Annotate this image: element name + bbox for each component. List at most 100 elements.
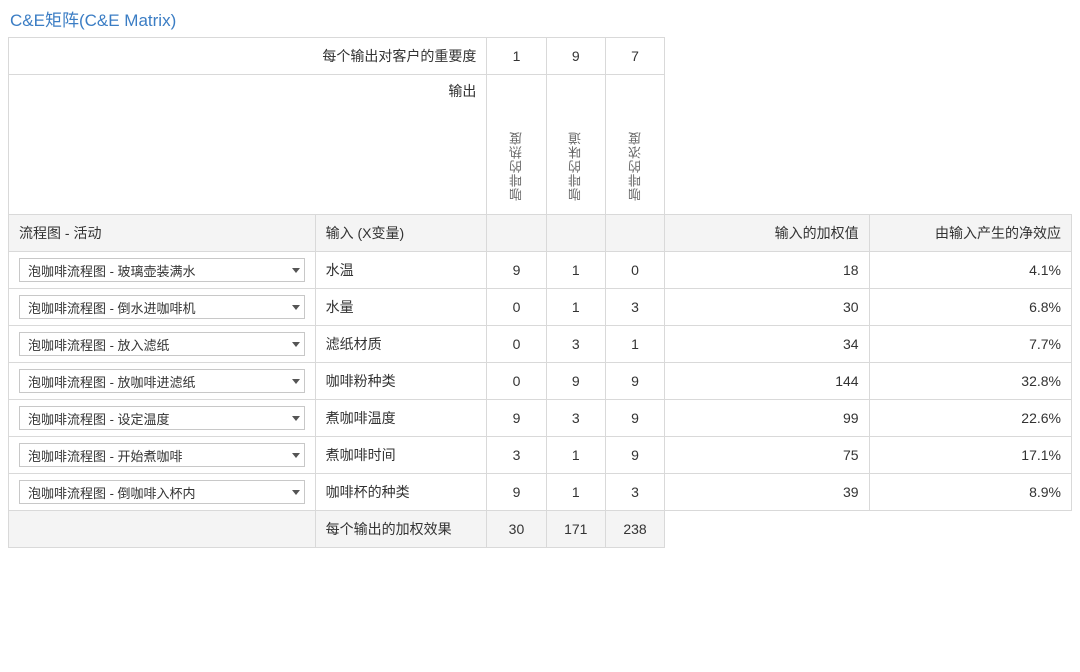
footer-total: 171 <box>546 511 605 548</box>
chevron-down-icon <box>292 453 300 458</box>
activity-text: 泡咖啡流程图 - 倒水进咖啡机 <box>28 298 196 317</box>
col-header-activity: 流程图 - 活动 <box>9 215 316 252</box>
chevron-down-icon <box>292 268 300 273</box>
score-cell: 0 <box>487 326 546 363</box>
chevron-down-icon <box>292 305 300 310</box>
score-cell: 3 <box>546 326 605 363</box>
activity-cell: 泡咖啡流程图 - 放入滤纸 <box>9 326 316 363</box>
table-row: 泡咖啡流程图 - 放入滤纸 滤纸材质031347.7% <box>9 326 1072 363</box>
neteffect-cell: 17.1% <box>869 437 1071 474</box>
input-cell: 煮咖啡时间 <box>315 437 487 474</box>
page-title: C&E矩阵(C&E Matrix) <box>10 6 1072 31</box>
score-cell: 9 <box>487 474 546 511</box>
input-cell: 煮咖啡温度 <box>315 400 487 437</box>
score-cell: 0 <box>605 252 664 289</box>
weighted-cell: 18 <box>665 252 869 289</box>
footer-label: 每个输出的加权效果 <box>315 511 487 548</box>
table-row: 泡咖啡流程图 - 开始煮咖啡 煮咖啡时间3197517.1% <box>9 437 1072 474</box>
score-cell: 9 <box>487 400 546 437</box>
score-cell: 0 <box>487 363 546 400</box>
table-row: 泡咖啡流程图 - 放咖啡进滤纸咖啡粉种类09914432.8% <box>9 363 1072 400</box>
col-header-out <box>546 215 605 252</box>
input-cell: 水量 <box>315 289 487 326</box>
chevron-down-icon <box>292 379 300 384</box>
score-cell: 3 <box>605 289 664 326</box>
col-header-weighted: 输入的加权值 <box>665 215 869 252</box>
blank-area <box>665 511 1072 548</box>
score-cell: 3 <box>546 400 605 437</box>
score-cell: 9 <box>546 363 605 400</box>
weighted-cell: 30 <box>665 289 869 326</box>
score-cell: 0 <box>487 289 546 326</box>
activity-cell: 泡咖啡流程图 - 玻璃壶装满水 <box>9 252 316 289</box>
activity-dropdown[interactable]: 泡咖啡流程图 - 放咖啡进滤纸 <box>19 369 305 393</box>
input-cell: 滤纸材质 <box>315 326 487 363</box>
blank-area <box>9 103 487 215</box>
score-cell: 9 <box>605 363 664 400</box>
score-cell: 1 <box>605 326 664 363</box>
chevron-down-icon <box>292 490 300 495</box>
activity-dropdown[interactable]: 泡咖啡流程图 - 倒水进咖啡机 <box>19 295 305 319</box>
score-cell: 1 <box>546 474 605 511</box>
importance-label: 每个输出对客户的重要度 <box>9 38 487 75</box>
activity-cell: 泡咖啡流程图 - 放咖啡进滤纸 <box>9 363 316 400</box>
table-row: 泡咖啡流程图 - 倒咖啡入杯内 咖啡杯的种类913398.9% <box>9 474 1072 511</box>
importance-value: 1 <box>487 38 546 75</box>
neteffect-cell: 32.8% <box>869 363 1071 400</box>
neteffect-cell: 4.1% <box>869 252 1071 289</box>
activity-cell: 泡咖啡流程图 - 倒水进咖啡机 <box>9 289 316 326</box>
score-cell: 3 <box>605 474 664 511</box>
footer-total: 30 <box>487 511 546 548</box>
weighted-cell: 144 <box>665 363 869 400</box>
score-cell: 1 <box>546 252 605 289</box>
score-cell: 3 <box>487 437 546 474</box>
score-cell: 9 <box>605 437 664 474</box>
weighted-cell: 75 <box>665 437 869 474</box>
col-header-input: 输入 (X变量) <box>315 215 487 252</box>
activity-text: 泡咖啡流程图 - 放入滤纸 <box>28 335 170 354</box>
output-name: 咖啡的味道 <box>566 131 585 201</box>
activity-text: 泡咖啡流程图 - 放咖啡进滤纸 <box>28 372 196 391</box>
blank-area <box>665 38 1072 215</box>
input-cell: 咖啡杯的种类 <box>315 474 487 511</box>
activity-dropdown[interactable]: 泡咖啡流程图 - 倒咖啡入杯内 <box>19 480 305 504</box>
activity-text: 泡咖啡流程图 - 玻璃壶装满水 <box>28 261 196 280</box>
activity-cell: 泡咖啡流程图 - 开始煮咖啡 <box>9 437 316 474</box>
score-cell: 1 <box>546 437 605 474</box>
score-cell: 9 <box>487 252 546 289</box>
table-row: 泡咖啡流程图 - 玻璃壶装满水 水温910184.1% <box>9 252 1072 289</box>
neteffect-cell: 8.9% <box>869 474 1071 511</box>
input-cell: 水温 <box>315 252 487 289</box>
output-name-cell: 咖啡的浓度 <box>605 75 664 215</box>
activity-dropdown[interactable]: 泡咖啡流程图 - 开始煮咖啡 <box>19 443 305 467</box>
weighted-cell: 99 <box>665 400 869 437</box>
output-name: 咖啡的热度 <box>507 131 526 201</box>
output-name: 咖啡的浓度 <box>626 131 645 201</box>
table-row: 泡咖啡流程图 - 设定温度煮咖啡温度9399922.6% <box>9 400 1072 437</box>
activity-text: 泡咖啡流程图 - 倒咖啡入杯内 <box>28 483 196 502</box>
activity-text: 泡咖啡流程图 - 设定温度 <box>28 409 170 428</box>
table-row: 泡咖啡流程图 - 倒水进咖啡机水量013306.8% <box>9 289 1072 326</box>
output-name-cell: 咖啡的味道 <box>546 75 605 215</box>
weighted-cell: 34 <box>665 326 869 363</box>
activity-text: 泡咖啡流程图 - 开始煮咖啡 <box>28 446 183 465</box>
activity-dropdown[interactable]: 泡咖啡流程图 - 设定温度 <box>19 406 305 430</box>
col-header-neteffect: 由输入产生的净效应 <box>869 215 1071 252</box>
activity-cell: 泡咖啡流程图 - 倒咖啡入杯内 <box>9 474 316 511</box>
chevron-down-icon <box>292 342 300 347</box>
output-name-cell: 咖啡的热度 <box>487 75 546 215</box>
neteffect-cell: 7.7% <box>869 326 1071 363</box>
score-cell: 1 <box>546 289 605 326</box>
weighted-cell: 39 <box>665 474 869 511</box>
output-label: 输出 <box>9 75 487 104</box>
col-header-out <box>487 215 546 252</box>
importance-value: 9 <box>546 38 605 75</box>
ce-matrix-table: 每个输出对客户的重要度 1 9 7 输出 咖啡的热度 咖啡的味道 咖啡的浓度 流… <box>8 37 1072 548</box>
activity-dropdown[interactable]: 泡咖啡流程图 - 玻璃壶装满水 <box>19 258 305 282</box>
col-header-out <box>605 215 664 252</box>
footer-total: 238 <box>605 511 664 548</box>
footer-blank <box>9 511 316 548</box>
activity-cell: 泡咖啡流程图 - 设定温度 <box>9 400 316 437</box>
activity-dropdown[interactable]: 泡咖啡流程图 - 放入滤纸 <box>19 332 305 356</box>
score-cell: 9 <box>605 400 664 437</box>
